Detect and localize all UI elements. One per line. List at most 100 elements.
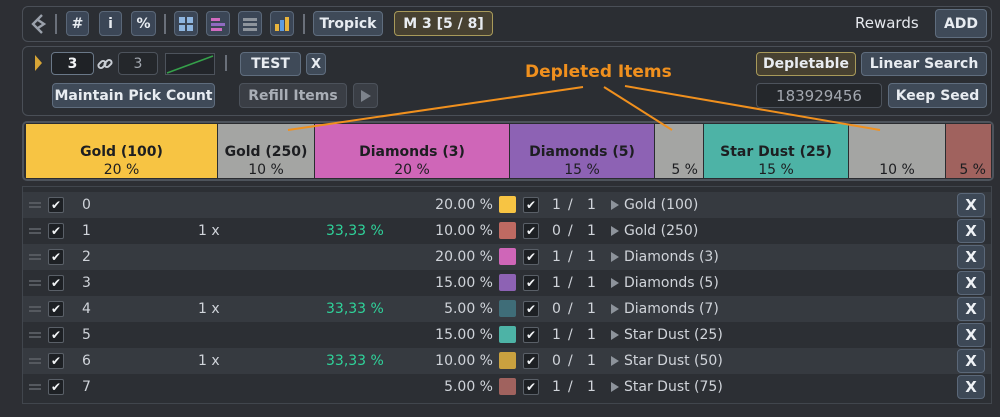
drag-handle-icon[interactable] — [29, 254, 41, 260]
count-separator: / — [568, 223, 573, 239]
row-index: 2 — [82, 249, 91, 265]
row-index: 0 — [82, 197, 91, 213]
item-max: 1 — [587, 353, 596, 369]
item-name: Diamonds (3) — [624, 249, 719, 265]
drag-handle-icon[interactable] — [29, 332, 41, 338]
item-max: 1 — [587, 197, 596, 213]
remove-item-button[interactable]: X — [957, 297, 985, 321]
item-name: Star Dust (50) — [624, 353, 723, 369]
item-max: 1 — [587, 249, 596, 265]
color-swatch[interactable] — [499, 326, 516, 343]
pick-chance: 33,33 % — [326, 223, 384, 239]
item-count: 1 — [552, 197, 561, 213]
expand-item-icon[interactable] — [611, 330, 619, 340]
pick-times: 1 x — [198, 301, 220, 317]
drag-handle-icon[interactable] — [29, 202, 41, 208]
expand-item-icon[interactable] — [611, 200, 619, 210]
table-row: ✔ 4 1 x 33,33 % 5.00 % ✔ 0 / 1 Diamonds (7) X — [23, 296, 991, 322]
color-swatch[interactable] — [499, 222, 516, 239]
expand-item-icon[interactable] — [611, 278, 619, 288]
color-swatch[interactable] — [499, 248, 516, 265]
item-count: 1 — [552, 327, 561, 343]
table-row: ✔ 0 20.00 % ✔ 1 / 1 Gold (100) X — [23, 192, 991, 218]
expand-item-icon[interactable] — [611, 382, 619, 392]
row-index: 5 — [82, 327, 91, 343]
enabled-checkbox[interactable]: ✔ — [48, 223, 64, 239]
color-swatch[interactable] — [499, 352, 516, 369]
item-max: 1 — [587, 275, 596, 291]
row-index: 3 — [82, 275, 91, 291]
table-row: ✔ 7 5.00 % ✔ 1 / 1 Star Dust (75) X — [23, 374, 991, 400]
remove-item-button[interactable]: X — [957, 375, 985, 399]
annotation-arrows — [287, 85, 881, 131]
count-separator: / — [568, 275, 573, 291]
pick-chance: 33,33 % — [326, 301, 384, 317]
item-name: Star Dust (75) — [624, 379, 723, 395]
item-max: 1 — [587, 223, 596, 239]
row-index: 6 — [82, 353, 91, 369]
table-row: ✔ 5 15.00 % ✔ 1 / 1 Star Dust (25) X — [23, 322, 991, 348]
weight-percent: 20.00 % — [435, 249, 493, 265]
count-separator: / — [568, 379, 573, 395]
weight-percent: 15.00 % — [435, 275, 493, 291]
table-row: ✔ 6 1 x 33,33 % 10.00 % ✔ 0 / 1 Star Dust (50) X — [23, 348, 991, 374]
depletable-checkbox[interactable]: ✔ — [523, 223, 539, 239]
item-count: 1 — [552, 249, 561, 265]
item-count: 0 — [552, 223, 561, 239]
pick-times: 1 x — [198, 353, 220, 369]
expand-item-icon[interactable] — [611, 252, 619, 262]
depletable-checkbox[interactable]: ✔ — [523, 301, 539, 317]
depletable-checkbox[interactable]: ✔ — [523, 275, 539, 291]
depletable-checkbox[interactable]: ✔ — [523, 197, 539, 213]
enabled-checkbox[interactable]: ✔ — [48, 353, 64, 369]
drag-handle-icon[interactable] — [29, 228, 41, 234]
remove-item-button[interactable]: X — [957, 193, 985, 217]
item-name: Star Dust (25) — [624, 327, 723, 343]
remove-item-button[interactable]: X — [957, 245, 985, 269]
enabled-checkbox[interactable]: ✔ — [48, 301, 64, 317]
expand-item-icon[interactable] — [611, 356, 619, 366]
table-row: ✔ 1 1 x 33,33 % 10.00 % ✔ 0 / 1 Gold (250) X — [23, 218, 991, 244]
color-swatch[interactable] — [499, 378, 516, 395]
remove-item-button[interactable]: X — [957, 219, 985, 243]
item-count: 1 — [552, 275, 561, 291]
enabled-checkbox[interactable]: ✔ — [48, 379, 64, 395]
expand-item-icon[interactable] — [611, 304, 619, 314]
enabled-checkbox[interactable]: ✔ — [48, 327, 64, 343]
remove-item-button[interactable]: X — [957, 271, 985, 295]
item-count: 0 — [552, 353, 561, 369]
drag-handle-icon[interactable] — [29, 280, 41, 286]
weight-percent: 20.00 % — [435, 197, 493, 213]
count-separator: / — [568, 327, 573, 343]
drag-handle-icon[interactable] — [29, 306, 41, 312]
enabled-checkbox[interactable]: ✔ — [48, 249, 64, 265]
item-name: Diamonds (5) — [624, 275, 719, 291]
item-count: 1 — [552, 379, 561, 395]
item-name: Gold (250) — [624, 223, 699, 239]
depletable-checkbox[interactable]: ✔ — [523, 353, 539, 369]
count-separator: / — [568, 353, 573, 369]
expand-item-icon[interactable] — [611, 226, 619, 236]
color-swatch[interactable] — [499, 274, 516, 291]
count-separator: / — [568, 197, 573, 213]
drag-handle-icon[interactable] — [29, 384, 41, 390]
color-swatch[interactable] — [499, 196, 516, 213]
item-count: 0 — [552, 301, 561, 317]
depletable-checkbox[interactable]: ✔ — [523, 379, 539, 395]
drag-handle-icon[interactable] — [29, 358, 41, 364]
color-swatch[interactable] — [499, 300, 516, 317]
item-max: 1 — [587, 327, 596, 343]
table-row: ✔ 2 20.00 % ✔ 1 / 1 Diamonds (3) X — [23, 244, 991, 270]
weight-percent: 15.00 % — [435, 327, 493, 343]
remove-item-button[interactable]: X — [957, 323, 985, 347]
depletable-checkbox[interactable]: ✔ — [523, 327, 539, 343]
item-max: 1 — [587, 301, 596, 317]
enabled-checkbox[interactable]: ✔ — [48, 197, 64, 213]
pick-chance: 33,33 % — [326, 353, 384, 369]
depletable-checkbox[interactable]: ✔ — [523, 249, 539, 265]
enabled-checkbox[interactable]: ✔ — [48, 275, 64, 291]
item-max: 1 — [587, 379, 596, 395]
count-separator: / — [568, 301, 573, 317]
table-row: ✔ 3 15.00 % ✔ 1 / 1 Diamonds (5) X — [23, 270, 991, 296]
remove-item-button[interactable]: X — [957, 349, 985, 373]
